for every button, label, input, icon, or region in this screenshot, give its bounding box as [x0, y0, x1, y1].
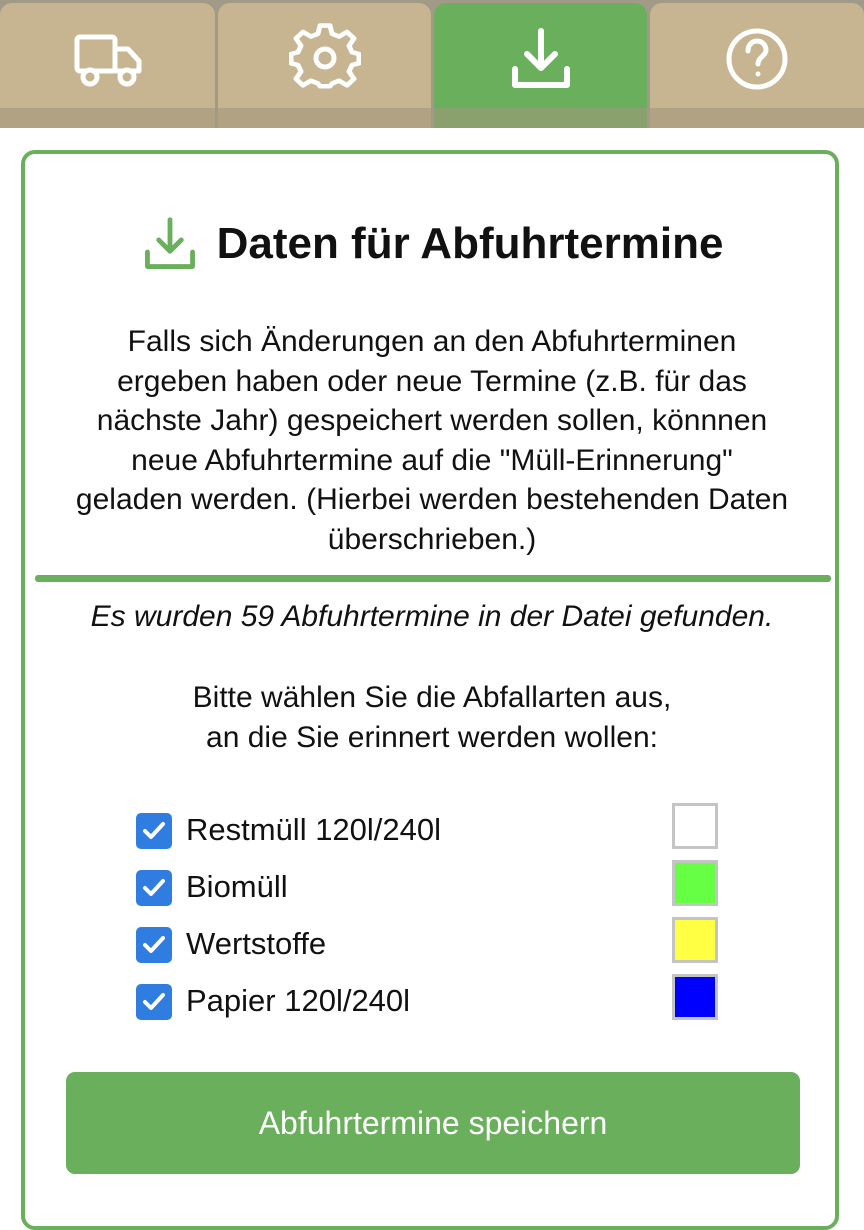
- papier-checkbox[interactable]: [136, 984, 172, 1020]
- intro-line: ergeben haben oder neue Termine (z.B. fü…: [117, 364, 747, 398]
- waste-type-label: Papier 120l/240l: [186, 983, 411, 1018]
- checkmark-icon: [143, 879, 165, 896]
- tab-truck[interactable]: [0, 3, 215, 128]
- intro-line: überschrieben.): [327, 522, 537, 556]
- waste-type-label: Biomüll: [186, 869, 288, 904]
- tab-bar: [0, 0, 864, 128]
- waste-type-row: Wertstoffe: [136, 917, 720, 972]
- divider: [35, 575, 831, 582]
- checkmark-icon: [143, 993, 165, 1010]
- waste-type-row: Restmüll 120l/240l: [136, 803, 720, 858]
- color-swatch-biomuell: [672, 860, 718, 906]
- panel-header: Daten für Abfuhrtermine: [0, 216, 864, 272]
- intro-text: Falls sich Änderungen an den Abfuhrtermi…: [36, 322, 828, 559]
- wertstoffe-checkbox[interactable]: [136, 927, 172, 963]
- prompt-line: an die Sie erinnert werden wollen:: [206, 721, 658, 754]
- page-title: Daten für Abfuhrtermine: [216, 219, 724, 268]
- intro-line: geladen werden. (Hierbei werden bestehen…: [75, 483, 789, 516]
- biomuell-checkbox[interactable]: [136, 870, 172, 906]
- waste-type-row: Papier 120l/240l: [136, 974, 720, 1029]
- waste-type-label: Wertstoffe: [186, 926, 327, 961]
- tab-download[interactable]: [434, 3, 647, 128]
- truck-icon: [74, 34, 141, 87]
- download-icon: [511, 28, 570, 88]
- prompt-line: Bitte wählen Sie die Abfallarten aus,: [192, 681, 672, 714]
- restmuell-checkbox[interactable]: [136, 813, 172, 849]
- save-button[interactable]: Abfuhrtermine speichern: [66, 1072, 800, 1174]
- selection-prompt: Bitte wählen Sie die Abfallarten aus, an…: [0, 678, 864, 758]
- gear-icon: [288, 23, 361, 89]
- intro-line: Falls sich Änderungen an den Abfuhrtermi…: [127, 325, 737, 358]
- download-icon: [144, 217, 195, 269]
- tab-help[interactable]: [650, 3, 864, 128]
- waste-type-row: Biomüll: [136, 860, 720, 915]
- checkmark-icon: [143, 936, 165, 953]
- intro-line: nächste Jahr) gespeichert werden sollen,…: [96, 404, 768, 437]
- checkmark-icon: [143, 822, 165, 839]
- waste-type-label: Restmüll 120l/240l: [186, 812, 442, 847]
- color-swatch-papier: [672, 974, 718, 1020]
- save-button-label: Abfuhrtermine speichern: [258, 1104, 608, 1141]
- found-count-text: Es wurden 59 Abfuhrtermine in der Datei …: [90, 600, 774, 633]
- intro-line: neue Abfuhrtermine auf die "Müll-Erinner…: [131, 443, 733, 477]
- help-icon: [726, 28, 788, 90]
- color-swatch-wertstoffe: [672, 917, 718, 963]
- tab-settings[interactable]: [218, 3, 431, 128]
- color-swatch-restmuell: [672, 803, 718, 849]
